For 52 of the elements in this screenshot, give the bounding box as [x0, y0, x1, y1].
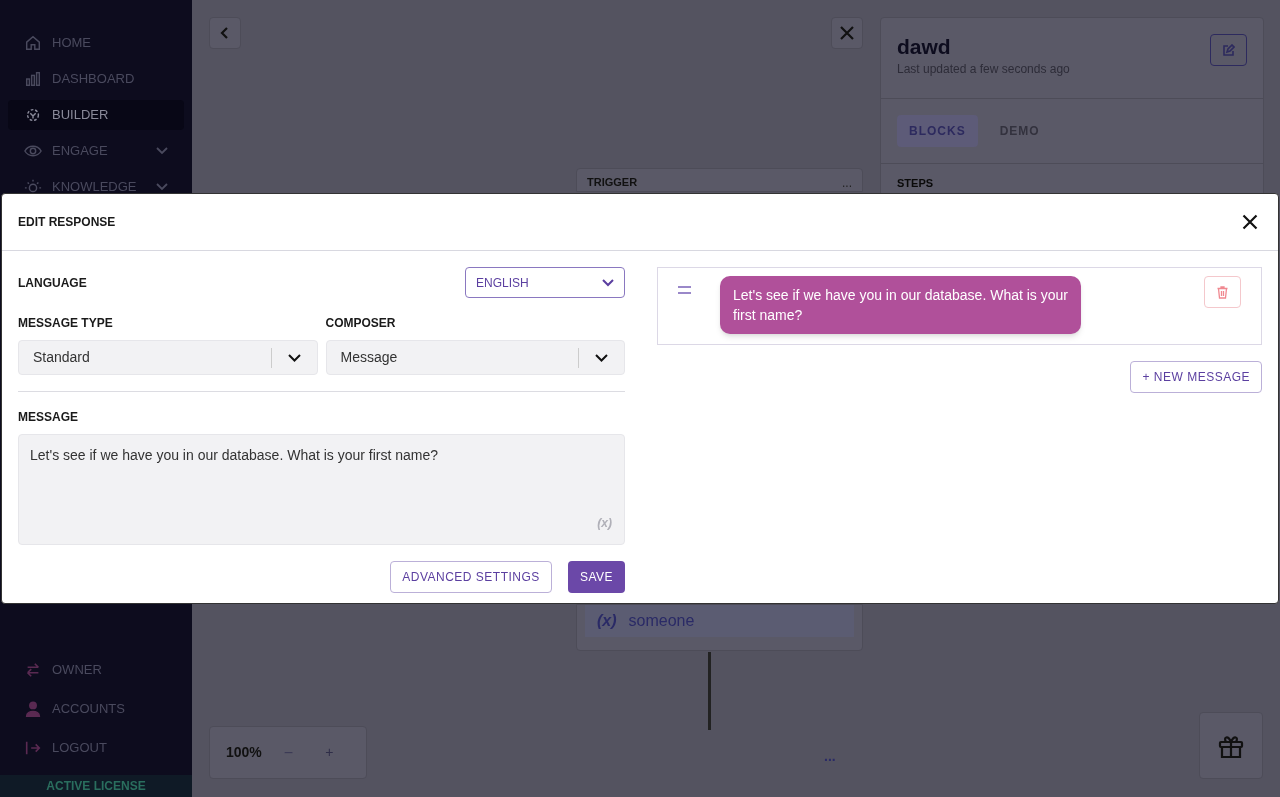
- sidebar-item[interactable]: HOME: [8, 28, 184, 58]
- chevron-down-icon: [156, 147, 168, 155]
- field-label: MESSAGE: [18, 409, 79, 426]
- edit-button[interactable]: [1210, 34, 1247, 66]
- person-icon: [24, 700, 42, 718]
- insert-variable-button[interactable]: (x): [597, 514, 612, 532]
- chevron-down-icon: [595, 353, 608, 362]
- more-button[interactable]: ...: [842, 177, 852, 189]
- flow-title: dawd: [897, 34, 952, 60]
- message-text-area[interactable]: Let's see if we have you in our database. What is your first name? (x): [18, 434, 625, 545]
- chevron-down-icon: [287, 353, 301, 362]
- sidebar-item[interactable]: OWNER: [8, 655, 184, 685]
- sidebar-item[interactable]: KNOWLEDGE: [8, 172, 184, 202]
- composer-dropdown[interactable]: Message: [325, 340, 625, 375]
- language-dropdown[interactable]: ENGLISH: [465, 267, 625, 298]
- drag-handle-icon[interactable]: [678, 286, 691, 294]
- zoom-level: 100%: [226, 743, 262, 762]
- new-message-button[interactable]: + NEW MESSAGE: [1130, 361, 1262, 393]
- advanced-settings-button[interactable]: ADVANCED SETTINGS: [390, 561, 552, 593]
- builder-icon: [24, 106, 42, 124]
- trash-icon: [1217, 285, 1228, 299]
- zoom-out-button[interactable]: −: [283, 740, 294, 765]
- section-heading: STEPS: [897, 177, 934, 189]
- gift-button[interactable]: [1199, 712, 1263, 779]
- sidebar-item[interactable]: ACCOUNTS: [8, 694, 184, 724]
- field-label: LANGUAGE: [18, 274, 87, 292]
- home-icon: [24, 34, 42, 52]
- license-status: ACTIVE LICENSE: [0, 775, 192, 797]
- chevron-left-icon: [219, 26, 231, 40]
- message-type-dropdown[interactable]: Standard: [18, 340, 318, 375]
- card-title: TRIGGER: [587, 177, 638, 188]
- sidebar-item[interactable]: ENGAGE: [8, 136, 184, 166]
- zoom-in-button[interactable]: +: [325, 742, 334, 763]
- chevron-down-icon: [602, 278, 614, 287]
- chevron-down-icon: [156, 183, 168, 191]
- field-label: COMPOSER: [325, 315, 397, 332]
- sidebar-item[interactable]: LOGOUT: [8, 733, 184, 763]
- logout-icon: [24, 739, 42, 757]
- dialog-title: EDIT RESPONSE: [18, 214, 116, 231]
- back-button[interactable]: [209, 17, 241, 49]
- close-icon: [839, 25, 855, 41]
- more-button[interactable]: ...: [824, 746, 836, 767]
- sidebar-item[interactable]: BUILDER: [8, 100, 184, 130]
- close-icon: [1242, 214, 1258, 230]
- chart-icon: [24, 70, 42, 88]
- edit-icon: [1222, 43, 1235, 57]
- field-label: MESSAGE TYPE: [18, 315, 114, 332]
- sidebar-item[interactable]: DASHBOARD: [8, 64, 184, 94]
- delete-button[interactable]: [1204, 276, 1241, 308]
- chat-bubble: Let's see if we have you in our database. What is your first name?: [720, 276, 1081, 334]
- swap-icon: [24, 661, 42, 679]
- save-button[interactable]: SAVE: [567, 561, 625, 593]
